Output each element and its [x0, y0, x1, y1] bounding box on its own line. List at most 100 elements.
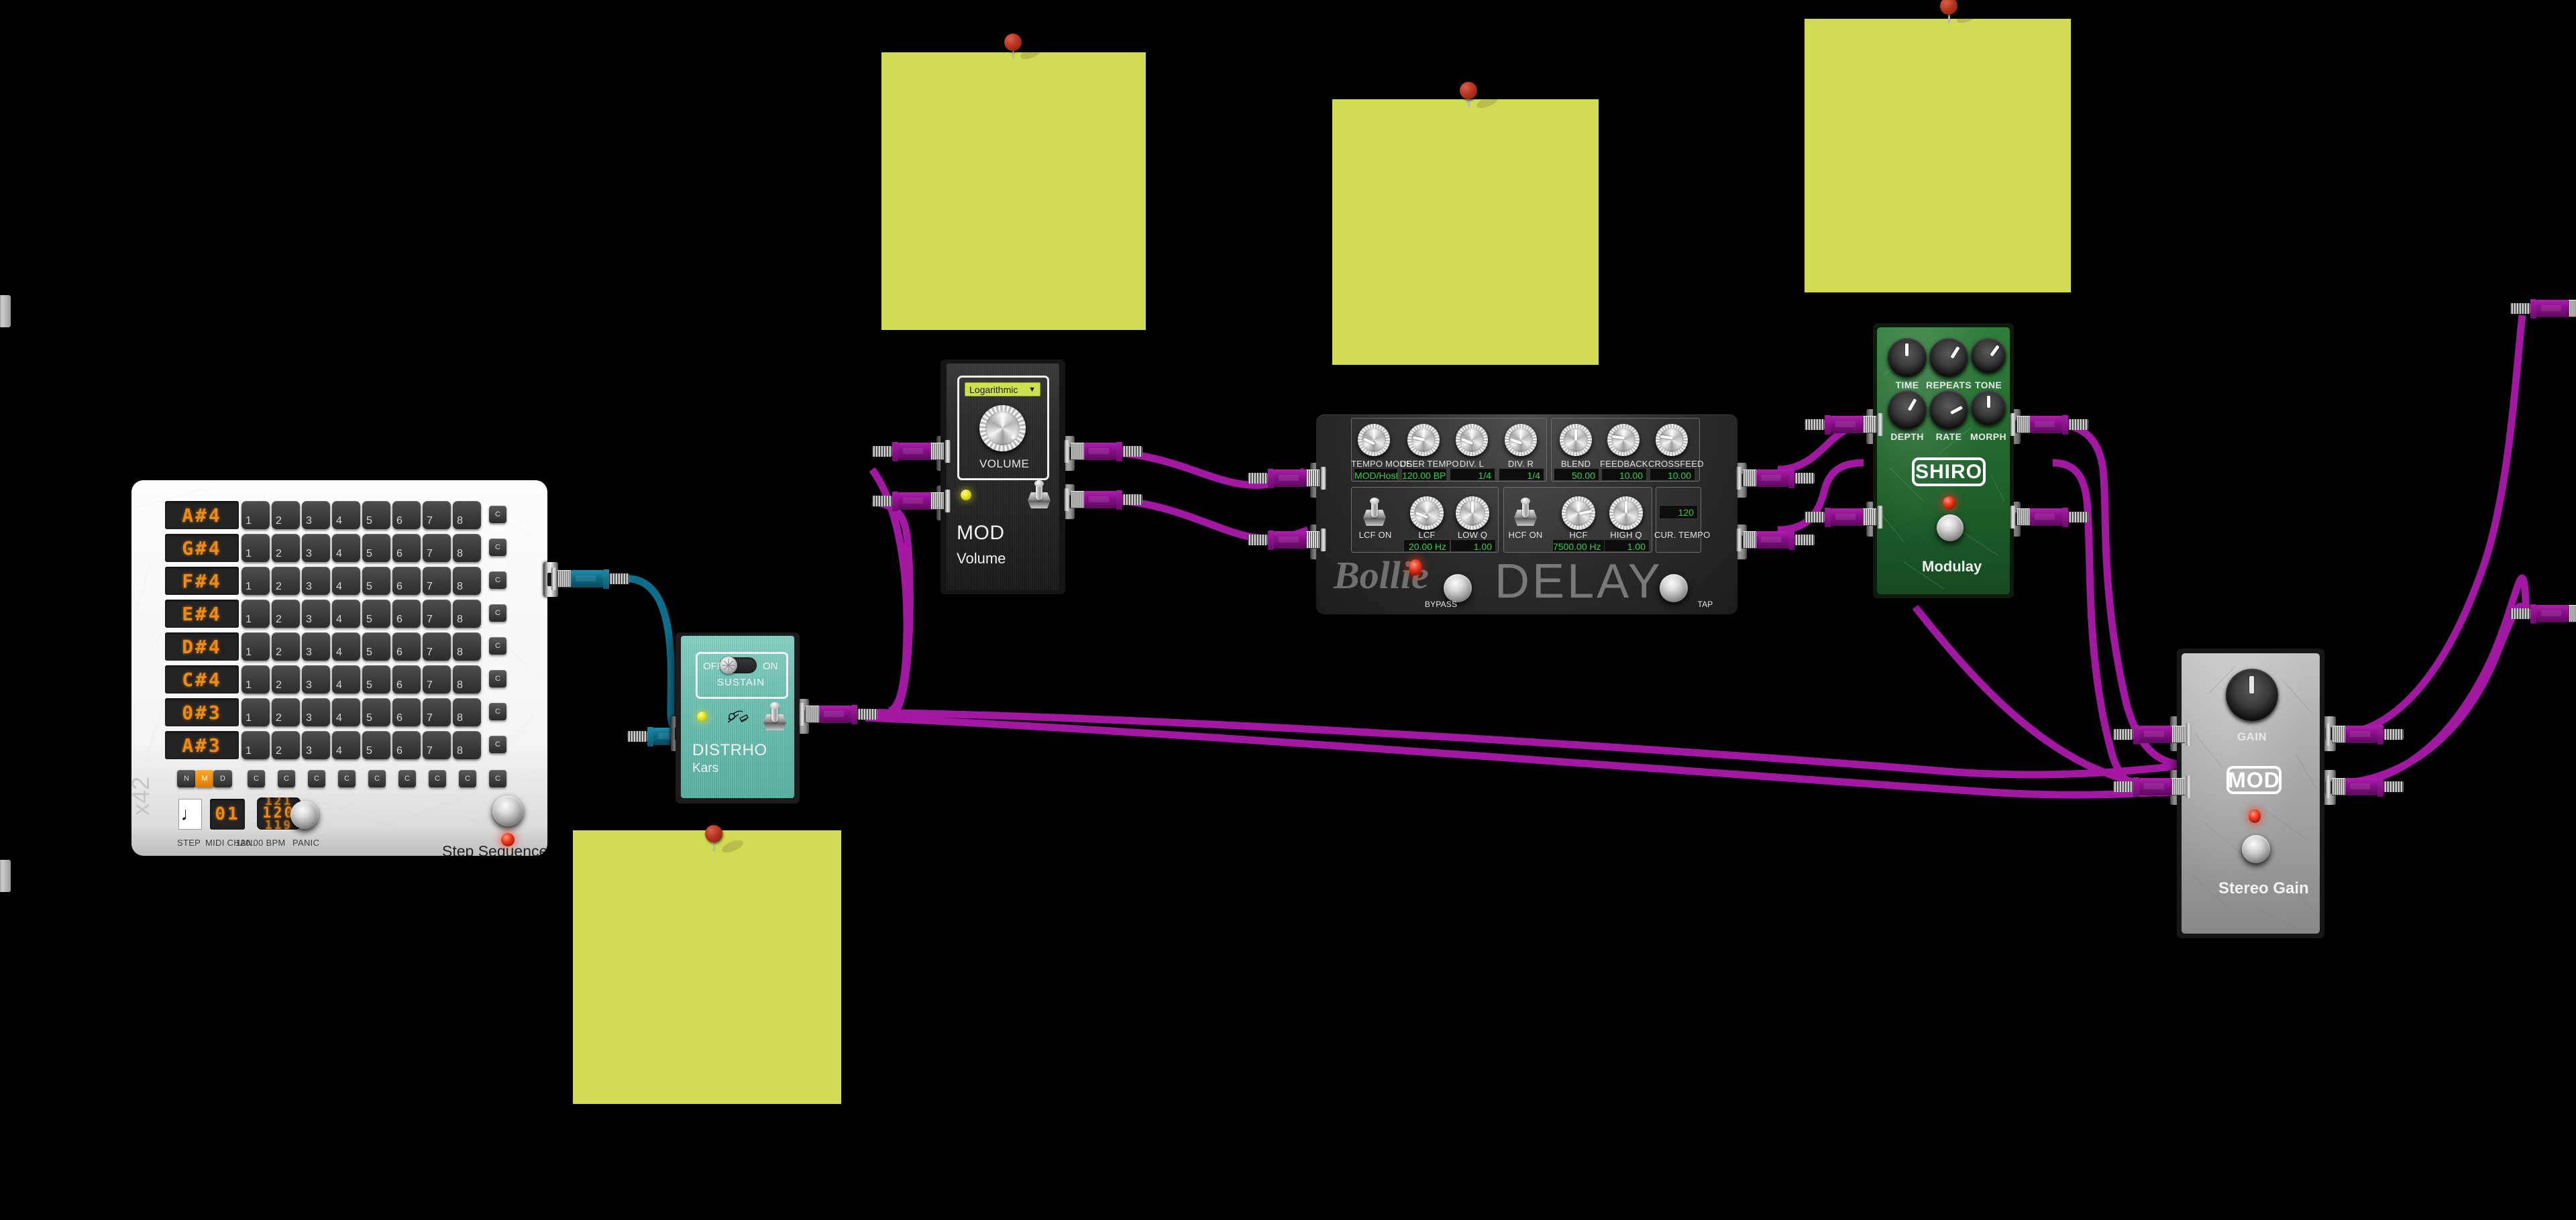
step-button[interactable]: 5 [362, 600, 390, 628]
step-button[interactable]: 5 [362, 698, 390, 726]
step-button[interactable]: 2 [272, 698, 300, 726]
volume-footswitch-toggle[interactable] [1028, 480, 1051, 510]
note-display[interactable]: G#4 [165, 534, 239, 562]
sticky-note-top-left[interactable] [881, 52, 1146, 330]
step-button[interactable]: 2 [272, 665, 300, 694]
modulay-rate-knob[interactable] [1929, 390, 1968, 429]
modulay-repeats-knob[interactable] [1929, 338, 1968, 377]
delay-feedback-value[interactable]: 10.00 [1601, 468, 1647, 481]
kars-footswitch-toggle[interactable] [763, 702, 786, 732]
step-button[interactable]: 7 [423, 534, 451, 562]
offscreen-jack-left-bottom[interactable] [0, 860, 11, 892]
seq-main-footswitch[interactable] [492, 795, 523, 826]
step-button[interactable]: 4 [332, 698, 360, 726]
step-button[interactable]: 8 [453, 567, 481, 595]
audio-plug-delay-out-top[interactable] [1735, 467, 1815, 490]
step-button[interactable]: 6 [392, 698, 421, 726]
row-channel-button[interactable]: C [489, 703, 506, 720]
delay-div-l-value[interactable]: 1/4 [1450, 468, 1495, 481]
step-button[interactable]: 3 [302, 534, 330, 562]
audio-plug-modulay-in-bottom[interactable] [1805, 506, 1884, 529]
step-button[interactable]: 6 [392, 665, 421, 694]
delay-hcf-knob[interactable] [1562, 496, 1595, 530]
mode-button-n[interactable]: N [177, 770, 196, 787]
step-button[interactable]: 7 [423, 600, 451, 628]
step-button[interactable]: 3 [302, 632, 330, 661]
sticky-note-top-right[interactable] [1805, 19, 2071, 292]
step-button[interactable]: 2 [272, 501, 300, 529]
step-button[interactable]: 6 [392, 731, 421, 759]
step-button[interactable]: 1 [241, 632, 270, 661]
kars-sustain-toggle[interactable] [720, 657, 757, 674]
delay-div-r-value[interactable]: 1/4 [1499, 468, 1544, 481]
delay-crossfeed-value[interactable]: 10.00 [1650, 468, 1695, 481]
audio-plug-volume-out-top[interactable] [1063, 440, 1142, 463]
audio-plug-gain-out-bottom[interactable] [2324, 775, 2404, 798]
step-button[interactable]: 1 [241, 698, 270, 726]
column-channel-button[interactable]: C [489, 770, 506, 787]
modulay-depth-knob[interactable] [1888, 390, 1927, 429]
note-display[interactable]: A#3 [165, 731, 239, 759]
step-button[interactable]: 3 [302, 665, 330, 694]
kars-pedal[interactable]: OFF ON SUSTAIN DISTRHO Kars [676, 632, 800, 803]
volume-knob[interactable] [979, 405, 1026, 451]
audio-plug-delay-out-bottom[interactable] [1735, 529, 1815, 551]
delay-feedback-knob[interactable] [1607, 424, 1640, 456]
audio-plug-volume-out-bottom[interactable] [1063, 488, 1142, 511]
step-button[interactable]: 8 [453, 698, 481, 726]
modulay-tone-knob[interactable] [1971, 338, 2006, 373]
delay-user-tempo-value[interactable]: 120.00 BPM [1401, 468, 1447, 481]
row-channel-button[interactable]: C [489, 571, 506, 589]
step-button[interactable]: 4 [332, 600, 360, 628]
modulay-pedal[interactable]: TIME REPEATS TONE DEPTH RATE MORPH SHIRO… [1873, 323, 2014, 598]
note-pin[interactable] [1460, 82, 1477, 99]
column-channel-button[interactable]: C [308, 770, 325, 787]
audio-plug-volume-in-bottom[interactable] [872, 490, 951, 512]
row-channel-button[interactable]: C [489, 539, 506, 556]
step-button[interactable]: 7 [423, 731, 451, 759]
delay-low-q-knob[interactable] [1456, 496, 1489, 530]
step-button[interactable]: 5 [362, 534, 390, 562]
column-channel-button[interactable]: C [398, 770, 416, 787]
audio-plug-gain-out-top[interactable] [2324, 723, 2404, 746]
audio-plug-offscreen-right-top[interactable] [2510, 298, 2576, 319]
column-channel-button[interactable]: C [459, 770, 476, 787]
step-button[interactable]: 5 [362, 501, 390, 529]
sticky-note-top-mid[interactable] [1332, 99, 1599, 365]
note-pin[interactable] [1004, 34, 1022, 51]
step-button[interactable]: 1 [241, 501, 270, 529]
note-pin[interactable] [1940, 0, 1957, 15]
delay-div-l-knob[interactable] [1456, 424, 1488, 456]
note-display[interactable]: E#4 [165, 600, 239, 628]
audio-plug-delay-in-top[interactable] [1248, 467, 1327, 490]
column-channel-button[interactable]: C [338, 770, 356, 787]
step-note-value[interactable]: ♩ [178, 799, 202, 830]
mode-button-d[interactable]: D [213, 770, 232, 787]
audio-plug-offscreen-right-bottom[interactable] [2510, 604, 2576, 624]
step-button[interactable]: 8 [453, 665, 481, 694]
delay-div-r-knob[interactable] [1505, 424, 1537, 456]
step-button[interactable]: 7 [423, 567, 451, 595]
delay-lcf-knob[interactable] [1410, 496, 1444, 530]
column-channel-button[interactable]: C [429, 770, 446, 787]
step-button[interactable]: 4 [332, 731, 360, 759]
step-sequencer-pedal[interactable]: A#4 1 2 3 4 5 6 7 8 C G#4 1 2 3 4 5 6 7 … [131, 480, 547, 856]
audio-plug-gain-in-bottom[interactable] [2113, 775, 2192, 798]
delay-bypass-footswitch[interactable] [1438, 569, 1477, 608]
step-button[interactable]: 7 [423, 698, 451, 726]
audio-plug-modulay-in-top[interactable] [1805, 413, 1884, 436]
column-channel-button[interactable]: C [368, 770, 386, 787]
step-button[interactable]: 1 [241, 731, 270, 759]
step-button[interactable]: 6 [392, 534, 421, 562]
row-channel-button[interactable]: C [489, 670, 506, 687]
step-button[interactable]: 2 [272, 632, 300, 661]
bollie-delay-unit[interactable]: TEMPO MODE MOD/Host USER TEMPO 120.00 BP… [1316, 414, 1737, 614]
step-button[interactable]: 2 [272, 600, 300, 628]
offscreen-jack-left-top[interactable] [0, 295, 11, 327]
panic-footswitch[interactable] [290, 801, 319, 829]
step-button[interactable]: 3 [302, 731, 330, 759]
step-button[interactable]: 3 [302, 698, 330, 726]
delay-user-tempo-knob[interactable] [1407, 424, 1440, 456]
step-button[interactable]: 8 [453, 501, 481, 529]
column-channel-button[interactable]: C [278, 770, 295, 787]
